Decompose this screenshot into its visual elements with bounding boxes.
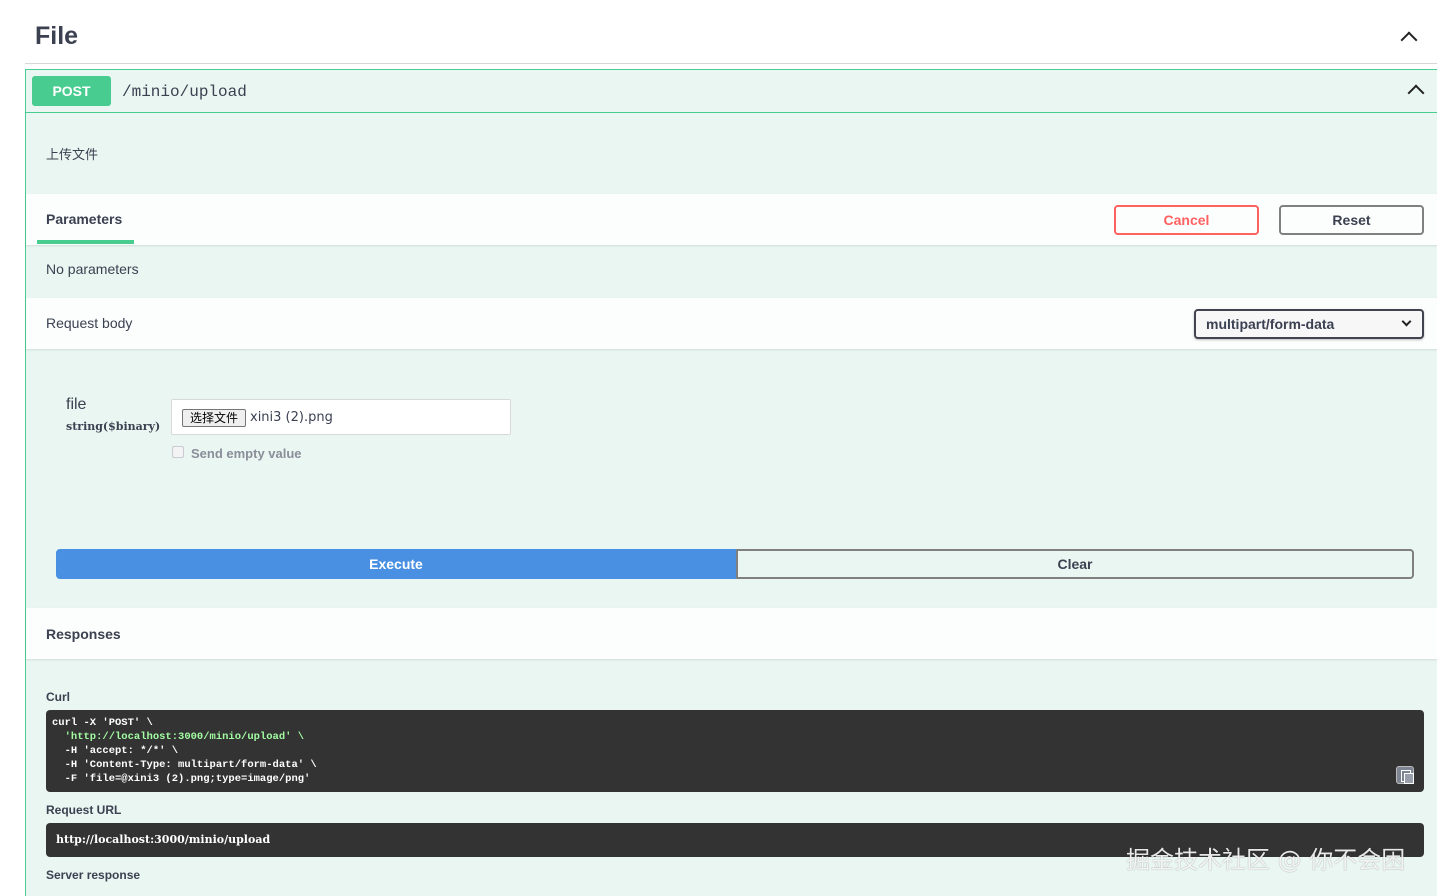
tab-parameters[interactable]: Parameters xyxy=(46,211,122,227)
curl-line: -H 'accept: */*' \ xyxy=(52,744,1418,758)
request-url-label: Request URL xyxy=(46,803,122,817)
responses-title: Responses xyxy=(46,626,121,642)
collapse-chevron-icon[interactable] xyxy=(1407,84,1425,102)
curl-line-text: -H 'Content-Type: multipart/form-data' \ xyxy=(52,759,317,771)
cancel-button[interactable]: Cancel xyxy=(1114,205,1259,235)
tag-header[interactable]: File xyxy=(25,0,1437,64)
watermark: 掘金技术社区 @ 你不会困 xyxy=(1126,846,1406,874)
send-empty-checkbox[interactable] xyxy=(172,446,184,458)
file-input[interactable]: 选择文件 xini3 (2).png xyxy=(171,399,511,435)
operation-description: 上传文件 xyxy=(46,148,99,163)
tag-title: File xyxy=(35,22,79,50)
curl-label: Curl xyxy=(46,690,70,704)
method-badge: POST xyxy=(32,76,111,106)
curl-line-text: 'http://localhost:3000/minio/upload' \ xyxy=(52,731,305,743)
collapse-chevron-icon[interactable] xyxy=(1400,31,1418,49)
content-type-value: multipart/form-data xyxy=(1206,316,1335,332)
choose-file-button[interactable]: 选择文件 xyxy=(182,409,246,427)
curl-code-block[interactable]: curl -X 'POST' \ 'http://localhost:3000/… xyxy=(46,710,1424,792)
curl-line-text: curl -X 'POST' \ xyxy=(52,717,153,729)
curl-line: -F 'file=@xini3 (2).png;type=image/png' xyxy=(52,772,1418,786)
active-tab-indicator xyxy=(37,240,134,244)
chevron-down-icon xyxy=(1401,316,1412,327)
operation-summary[interactable]: POST /minio/upload xyxy=(26,70,1437,113)
curl-line: 'http://localhost:3000/minio/upload' \ xyxy=(52,730,1418,744)
no-parameters-text: No parameters xyxy=(46,261,139,277)
responses-header: Responses xyxy=(26,608,1437,659)
endpoint-path: /minio/upload xyxy=(122,83,247,101)
request-body-header: Request body multipart/form-data xyxy=(26,298,1437,349)
server-response-label: Server response xyxy=(46,868,141,882)
content-type-select[interactable]: multipart/form-data xyxy=(1194,309,1424,339)
send-empty-label: Send empty value xyxy=(191,446,302,461)
parameters-header: Parameters Cancel Reset xyxy=(26,194,1437,245)
copy-icon[interactable] xyxy=(1396,766,1414,784)
curl-line-text: -H 'accept: */*' \ xyxy=(52,745,179,757)
param-name: file xyxy=(66,396,87,413)
curl-line-text: -F 'file=@xini3 (2).png;type=image/png' xyxy=(52,773,311,785)
curl-line: curl -X 'POST' \ xyxy=(52,716,1418,730)
reset-button[interactable]: Reset xyxy=(1279,205,1424,235)
curl-line: -H 'Content-Type: multipart/form-data' \ xyxy=(52,758,1418,772)
param-type: string($binary) xyxy=(66,420,161,433)
execute-button[interactable]: Execute xyxy=(56,549,736,579)
selected-file-name: xini3 (2).png xyxy=(250,410,333,425)
clear-button[interactable]: Clear xyxy=(736,549,1414,579)
operation-block: POST /minio/upload 上传文件 Parameters Cance… xyxy=(25,69,1437,896)
request-body-title: Request body xyxy=(46,315,133,331)
